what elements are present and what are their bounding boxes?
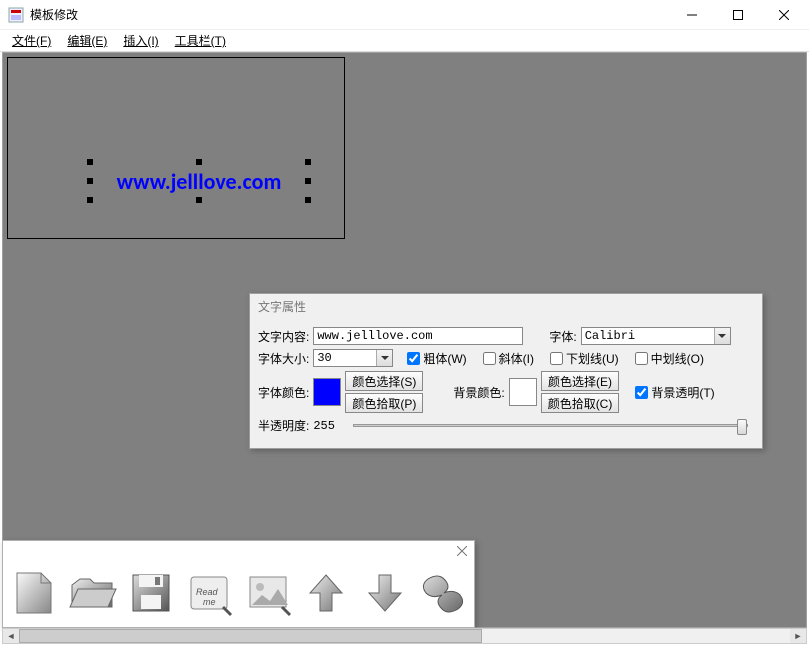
opacity-slider[interactable] <box>353 424 748 427</box>
scroll-left-button[interactable]: ◄ <box>3 629 19 643</box>
svg-text:Read: Read <box>196 587 219 597</box>
up-arrow-icon[interactable] <box>298 563 355 623</box>
size-value: 30 <box>317 351 331 365</box>
menubar: 文件(F) 编辑(E) 插入(I) 工具栏(T) <box>0 30 809 52</box>
content-label: 文字内容: <box>258 328 309 345</box>
resize-handle[interactable] <box>196 197 202 203</box>
font-size-combo[interactable]: 30 <box>313 349 393 367</box>
opacity-label: 半透明度: <box>258 417 309 434</box>
menu-toolbar[interactable]: 工具栏(T) <box>169 30 232 51</box>
font-combo[interactable]: Calibri <box>581 327 731 345</box>
bg-color-label: 背景颜色: <box>453 384 504 401</box>
menu-file[interactable]: 文件(F) <box>6 30 57 51</box>
save-icon[interactable] <box>122 563 179 623</box>
menu-insert[interactable]: 插入(I) <box>117 30 164 51</box>
font-color-select-button[interactable]: 颜色选择(S) <box>345 371 423 391</box>
resize-handle[interactable] <box>87 197 93 203</box>
chevron-down-icon <box>714 328 730 344</box>
minimize-button[interactable] <box>669 0 715 30</box>
toolbar-icons: Readme <box>5 561 472 625</box>
slider-thumb[interactable] <box>737 419 747 435</box>
app-icon <box>8 7 24 23</box>
bg-transparent-checkbox[interactable]: 背景透明(T) <box>635 384 714 401</box>
scroll-right-button[interactable]: ► <box>790 629 806 643</box>
bg-color-select-button[interactable]: 颜色选择(E) <box>541 371 620 391</box>
floating-toolbar[interactable]: Readme <box>2 540 475 628</box>
dialog-body: 文字内容: 字体: Calibri 字体大小: 30 粗体(W) 斜体(I) <box>250 319 762 448</box>
font-color-swatch[interactable] <box>313 378 341 406</box>
readme-icon[interactable]: Readme <box>181 563 238 623</box>
scroll-thumb[interactable] <box>19 629 482 643</box>
maximize-button[interactable] <box>715 0 761 30</box>
open-icon[interactable] <box>64 563 121 623</box>
resize-handle[interactable] <box>305 178 311 184</box>
menu-edit[interactable]: 编辑(E) <box>61 30 113 51</box>
font-value: Calibri <box>585 329 635 343</box>
scroll-track[interactable] <box>19 629 790 643</box>
italic-checkbox[interactable]: 斜体(I) <box>483 350 534 367</box>
new-icon[interactable] <box>5 563 62 623</box>
titlebar: 模板修改 <box>0 0 809 30</box>
opacity-value: 255 <box>313 419 343 433</box>
selected-text-object[interactable]: www.jelllove.com <box>90 162 308 200</box>
template-canvas[interactable]: www.jelllove.com <box>7 57 345 239</box>
window-controls <box>669 0 807 30</box>
resize-handle[interactable] <box>305 159 311 165</box>
dialog-title: 文字属性 <box>250 294 762 319</box>
underline-checkbox[interactable]: 下划线(U) <box>550 350 619 367</box>
content-input[interactable] <box>313 327 523 345</box>
font-color-pick-button[interactable]: 颜色拾取(P) <box>345 393 423 413</box>
down-arrow-icon[interactable] <box>357 563 414 623</box>
chevron-down-icon <box>376 350 392 366</box>
resize-handle[interactable] <box>87 159 93 165</box>
strike-checkbox[interactable]: 中划线(O) <box>635 350 704 367</box>
resize-handle[interactable] <box>87 178 93 184</box>
bg-color-pick-button[interactable]: 颜色拾取(C) <box>541 393 620 413</box>
horizontal-scrollbar[interactable]: ◄ ► <box>2 628 807 644</box>
text-content: www.jelllove.com <box>117 168 282 195</box>
font-label: 字体: <box>549 328 576 345</box>
window-title: 模板修改 <box>30 6 669 23</box>
image-icon[interactable] <box>240 563 297 623</box>
toolbar-close-button[interactable] <box>454 543 470 559</box>
font-color-label: 字体颜色: <box>258 384 309 401</box>
bg-color-swatch[interactable] <box>509 378 537 406</box>
bold-checkbox[interactable]: 粗体(W) <box>407 350 466 367</box>
resize-handle[interactable] <box>305 197 311 203</box>
size-label: 字体大小: <box>258 350 309 367</box>
delete-icon[interactable] <box>415 563 472 623</box>
close-button[interactable] <box>761 0 807 30</box>
text-properties-dialog[interactable]: 文字属性 文字内容: 字体: Calibri 字体大小: 30 粗体( <box>249 293 763 449</box>
svg-text:me: me <box>203 597 216 607</box>
resize-handle[interactable] <box>196 159 202 165</box>
